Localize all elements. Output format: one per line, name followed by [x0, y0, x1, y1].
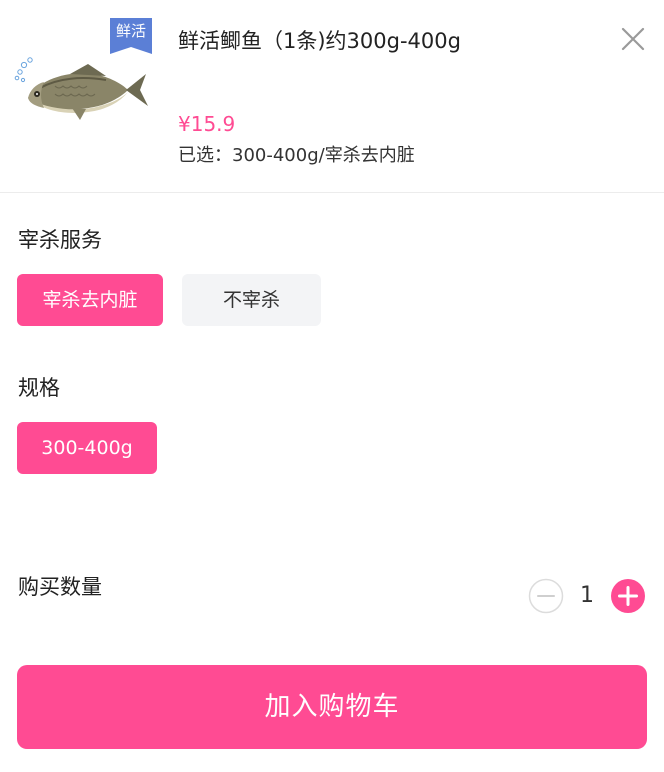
selected-prefix: 已选：	[178, 145, 232, 166]
option-slaughter-gut[interactable]: 宰杀去内脏	[17, 274, 163, 326]
close-button[interactable]	[616, 22, 650, 56]
plus-circle-icon	[611, 579, 645, 613]
sku-selector-sheet: 鲜活 鲜活鲫鱼（1条)约300g-400g ¥15.9 已选：300-400g/…	[0, 0, 664, 772]
selected-summary: 已选：300-400g/宰杀去内脏	[178, 142, 415, 170]
product-header: 鲜活 鲜活鲫鱼（1条)约300g-400g ¥15.9 已选：300-400g/…	[0, 0, 664, 193]
close-icon	[621, 27, 645, 51]
product-price: ¥15.9	[178, 112, 236, 136]
selected-value: 300-400g/宰杀去内脏	[232, 145, 415, 166]
slaughter-section-title: 宰杀服务	[18, 228, 102, 252]
minus-circle-icon	[528, 578, 564, 614]
spec-section-title: 规格	[18, 376, 60, 400]
quantity-increase-button[interactable]	[610, 578, 646, 614]
quantity-label: 购买数量	[18, 575, 102, 599]
add-to-cart-button[interactable]: 加入购物车	[17, 665, 647, 749]
quantity-decrease-button[interactable]	[528, 578, 564, 614]
fresh-badge: 鲜活	[110, 18, 152, 54]
quantity-value[interactable]: 1	[572, 580, 602, 612]
option-no-slaughter[interactable]: 不宰杀	[182, 274, 321, 326]
fresh-badge-label: 鲜活	[115, 22, 146, 40]
product-title: 鲜活鲫鱼（1条)约300g-400g	[178, 29, 461, 53]
option-spec-300-400g[interactable]: 300-400g	[17, 422, 157, 474]
